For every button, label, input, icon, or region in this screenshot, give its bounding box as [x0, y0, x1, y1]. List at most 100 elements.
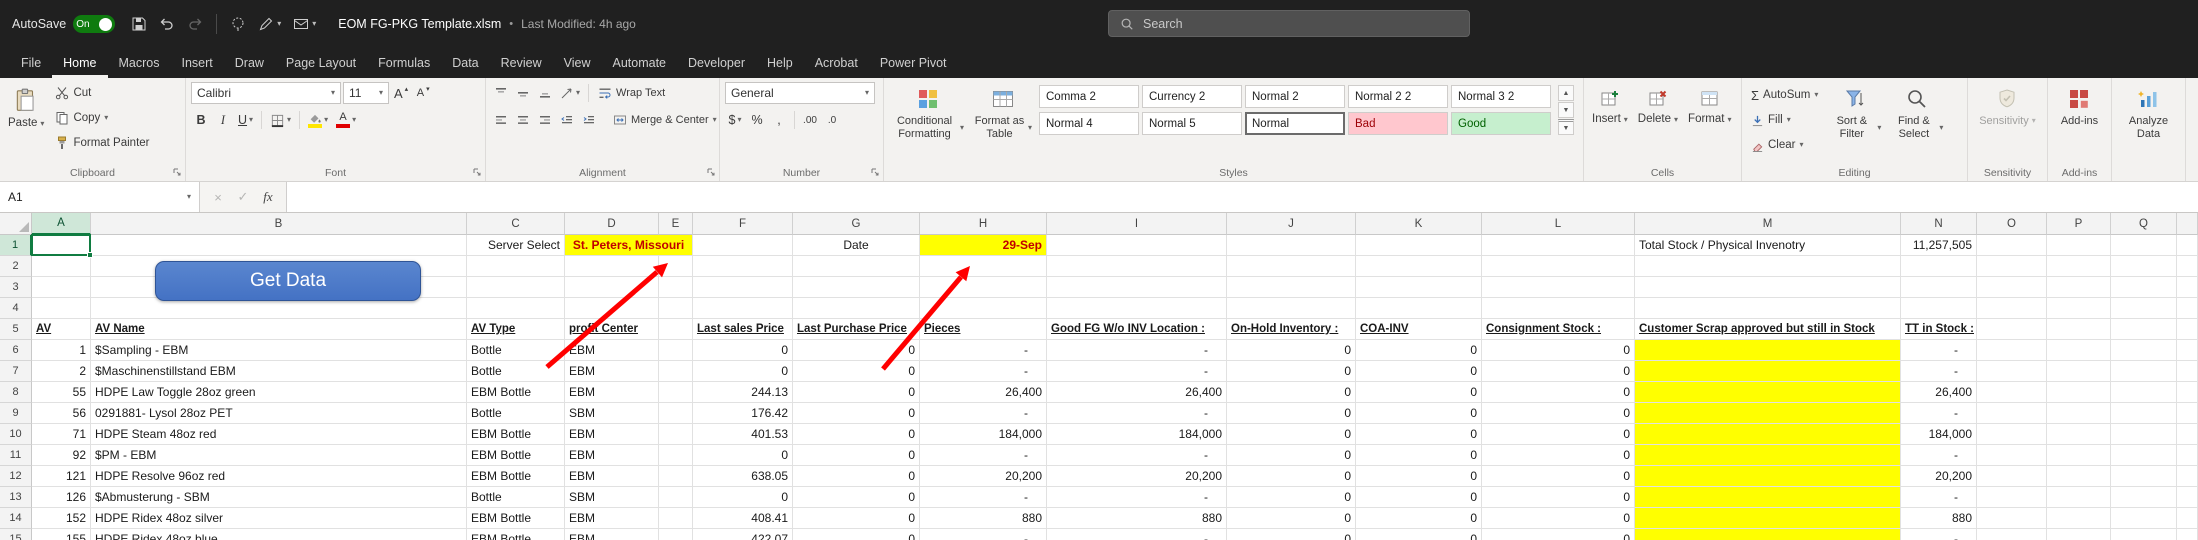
gallery-more-icon[interactable]: ▼	[1558, 119, 1574, 135]
autosave-toggle[interactable]: AutoSave On	[12, 15, 115, 33]
cell-A1[interactable]	[32, 235, 91, 256]
font-dialog-launcher-icon[interactable]	[472, 167, 482, 177]
cell-B10[interactable]: HDPE Steam 48oz red	[91, 424, 467, 445]
row-header-12[interactable]: 12	[0, 466, 32, 487]
cell-D6[interactable]: EBM	[565, 340, 659, 361]
cell-J7[interactable]: 0	[1227, 361, 1356, 382]
cell-Q3[interactable]	[2111, 277, 2177, 298]
cell-E4[interactable]	[659, 298, 693, 319]
cell-B4[interactable]	[91, 298, 467, 319]
menu-tab-automate[interactable]: Automate	[602, 48, 678, 78]
column-header-J[interactable]: J	[1227, 213, 1356, 235]
cell-H15[interactable]: -	[920, 529, 1047, 540]
cell-G8[interactable]: 0	[793, 382, 920, 403]
row-header-8[interactable]: 8	[0, 382, 32, 403]
cell-P9[interactable]	[2047, 403, 2111, 424]
cell-F10[interactable]: 401.53	[693, 424, 793, 445]
draw-pen-button[interactable]: ▾	[252, 12, 287, 36]
cell-Q12[interactable]	[2111, 466, 2177, 487]
cell-J4[interactable]	[1227, 298, 1356, 319]
percent-style-button[interactable]: %	[747, 109, 767, 131]
cell-N9[interactable]: -	[1901, 403, 1977, 424]
cell-D4[interactable]	[565, 298, 659, 319]
cell-K5[interactable]: COA-INV	[1356, 319, 1482, 340]
cell-Q10[interactable]	[2111, 424, 2177, 445]
cell-A7[interactable]: 2	[32, 361, 91, 382]
cell-E11[interactable]	[659, 445, 693, 466]
cell-style-good[interactable]: Good	[1451, 112, 1551, 135]
format-as-table-button[interactable]: Format as Table▾	[971, 82, 1035, 164]
fill-button[interactable]: Fill▾	[1747, 109, 1822, 131]
cell-O7[interactable]	[1977, 361, 2047, 382]
column-header-D[interactable]: D	[565, 213, 659, 235]
font-size-select[interactable]: 11▾	[343, 82, 389, 104]
bold-button[interactable]: B	[191, 109, 211, 131]
cell-I14[interactable]: 880	[1047, 508, 1227, 529]
cell-I10[interactable]: 184,000	[1047, 424, 1227, 445]
cell-A14[interactable]: 152	[32, 508, 91, 529]
cell-L10[interactable]: 0	[1482, 424, 1635, 445]
cell-G13[interactable]: 0	[793, 487, 920, 508]
cell-I1[interactable]	[1047, 235, 1227, 256]
cell-J6[interactable]: 0	[1227, 340, 1356, 361]
cell-D2[interactable]	[565, 256, 659, 277]
cell-M13[interactable]	[1635, 487, 1901, 508]
cell-A5[interactable]: AV	[32, 319, 91, 340]
cell-A2[interactable]	[32, 256, 91, 277]
menu-tab-data[interactable]: Data	[441, 48, 489, 78]
cell-H9[interactable]: -	[920, 403, 1047, 424]
cell-E10[interactable]	[659, 424, 693, 445]
cell-D5[interactable]: profit Center	[565, 319, 659, 340]
cell-H8[interactable]: 26,400	[920, 382, 1047, 403]
cell-L2[interactable]	[1482, 256, 1635, 277]
borders-button[interactable]: ▾	[267, 109, 294, 131]
cell-Q13[interactable]	[2111, 487, 2177, 508]
cell-F12[interactable]: 638.05	[693, 466, 793, 487]
format-painter-button[interactable]: Format Painter	[51, 132, 153, 154]
cell-N4[interactable]	[1901, 298, 1977, 319]
cell-P12[interactable]	[2047, 466, 2111, 487]
cell-C3[interactable]	[467, 277, 565, 298]
cell-C4[interactable]	[467, 298, 565, 319]
orientation-button[interactable]: ▾	[557, 82, 583, 104]
cell-N15[interactable]: -	[1901, 529, 1977, 540]
cell-H3[interactable]	[920, 277, 1047, 298]
cell-O12[interactable]	[1977, 466, 2047, 487]
cell-H11[interactable]: -	[920, 445, 1047, 466]
cell-I2[interactable]	[1047, 256, 1227, 277]
cell-style-normal-2[interactable]: Normal 2	[1245, 85, 1345, 108]
cell-K11[interactable]: 0	[1356, 445, 1482, 466]
cell-D11[interactable]: EBM	[565, 445, 659, 466]
cell-L9[interactable]: 0	[1482, 403, 1635, 424]
enter-icon[interactable]: ✓	[232, 186, 254, 208]
cell-L13[interactable]: 0	[1482, 487, 1635, 508]
cell-P5[interactable]	[2047, 319, 2111, 340]
cell-M4[interactable]	[1635, 298, 1901, 319]
insert-cells-button[interactable]: Insert▾	[1589, 82, 1631, 164]
cell-M1[interactable]: Total Stock / Physical Invenotry	[1635, 235, 1901, 256]
cell-M5[interactable]: Customer Scrap approved but still in Sto…	[1635, 319, 1901, 340]
cell-K15[interactable]: 0	[1356, 529, 1482, 540]
cell-F9[interactable]: 176.42	[693, 403, 793, 424]
cell-E9[interactable]	[659, 403, 693, 424]
cell-C2[interactable]	[467, 256, 565, 277]
cell-H12[interactable]: 20,200	[920, 466, 1047, 487]
cell-I13[interactable]: -	[1047, 487, 1227, 508]
copy-button[interactable]: Copy ▾	[51, 107, 153, 129]
cell-I3[interactable]	[1047, 277, 1227, 298]
cell-A8[interactable]: 55	[32, 382, 91, 403]
underline-button[interactable]: U▾	[235, 109, 256, 131]
cell-H2[interactable]	[920, 256, 1047, 277]
increase-indent-button[interactable]	[579, 109, 599, 131]
cell-N13[interactable]: -	[1901, 487, 1977, 508]
cell-B8[interactable]: HDPE Law Toggle 28oz green	[91, 382, 467, 403]
row-header-11[interactable]: 11	[0, 445, 32, 466]
cell-D3[interactable]	[565, 277, 659, 298]
autosave-pill[interactable]: On	[73, 15, 115, 33]
menu-tab-acrobat[interactable]: Acrobat	[804, 48, 869, 78]
number-format-select[interactable]: General▾	[725, 82, 875, 104]
cell-C11[interactable]: EBM Bottle	[467, 445, 565, 466]
cell-F13[interactable]: 0	[693, 487, 793, 508]
cell-J9[interactable]: 0	[1227, 403, 1356, 424]
cell-I7[interactable]: -	[1047, 361, 1227, 382]
